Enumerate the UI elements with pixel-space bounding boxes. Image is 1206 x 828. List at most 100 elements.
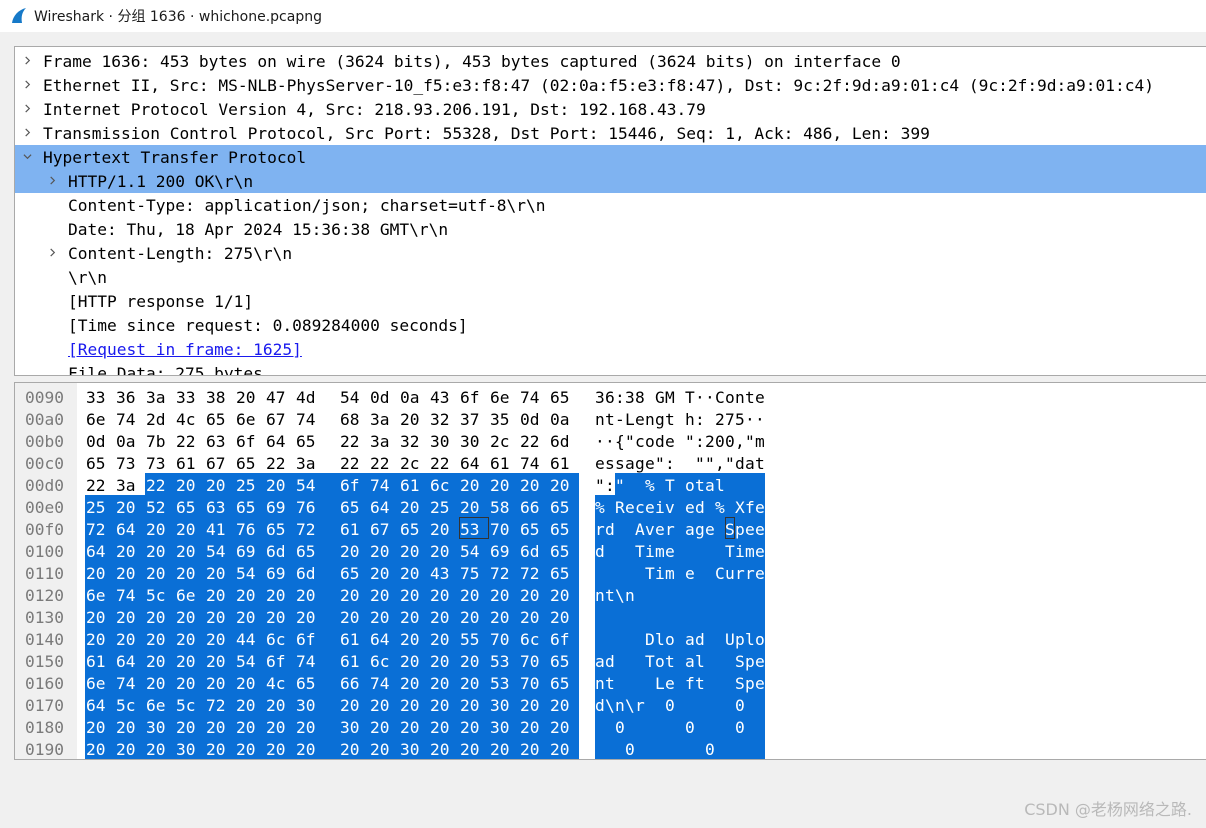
ascii-char[interactable]: d (605, 517, 615, 539)
ascii-char[interactable] (735, 737, 745, 759)
hex-byte[interactable]: 6f (235, 429, 265, 451)
ascii-char[interactable]: C (715, 561, 725, 583)
ascii-char[interactable] (635, 671, 645, 693)
ascii-char[interactable] (745, 583, 755, 605)
ascii-char[interactable]: t (605, 407, 615, 429)
ascii-char[interactable] (615, 605, 625, 627)
hex-byte[interactable]: 20 (175, 715, 205, 737)
ascii-char[interactable]: e (755, 495, 765, 517)
ascii-char[interactable]: · (595, 429, 605, 451)
ascii-char[interactable] (705, 539, 715, 561)
hex-byte[interactable]: 64 (115, 517, 145, 539)
byte-row[interactable]: 00c0 65 73 73 61 67 65 22 3a 22 22 2c 22 64 61 74 61 e s s a… (15, 451, 1206, 473)
ascii-char[interactable] (635, 605, 645, 627)
hex-byte[interactable]: 0a (115, 429, 145, 451)
ascii-char[interactable] (595, 605, 605, 627)
hex-byte[interactable]: 2d (145, 407, 175, 429)
ascii-char[interactable]: T (665, 473, 685, 495)
ascii-char[interactable]: o (685, 473, 695, 495)
ascii-char[interactable] (625, 671, 635, 693)
ascii-char[interactable]: d (735, 451, 745, 473)
hex-byte[interactable]: 20 (459, 649, 489, 671)
ascii-char[interactable] (665, 605, 685, 627)
hex-byte[interactable]: 65 (549, 385, 579, 407)
hex-byte[interactable]: 20 (369, 737, 399, 759)
hex-byte[interactable]: 20 (549, 715, 579, 737)
ascii-char[interactable]: e (655, 517, 665, 539)
hex-byte[interactable]: 20 (459, 671, 489, 693)
ascii-char[interactable]: G (655, 385, 665, 407)
ascii-char[interactable] (755, 605, 765, 627)
byte-row[interactable]: 0120 6e 74 5c 6e 20 20 20 20 20 20 20 20 20 20 20 20 n t \ n (15, 583, 1206, 605)
ascii-char[interactable]: T (635, 539, 645, 561)
ascii-char[interactable]: % (595, 495, 605, 517)
ascii-char[interactable]: D (645, 627, 655, 649)
ascii-char[interactable] (605, 495, 615, 517)
ascii-char[interactable]: A (635, 517, 645, 539)
ascii-char[interactable]: e (755, 671, 765, 693)
chevron-right-icon[interactable] (48, 248, 57, 257)
hex-byte[interactable]: 67 (205, 451, 235, 473)
ascii-char[interactable] (745, 473, 755, 495)
hex-byte[interactable]: 20 (145, 671, 175, 693)
ascii-char[interactable] (655, 693, 665, 715)
ascii-char[interactable] (625, 539, 635, 561)
ascii-char[interactable]: c (635, 495, 645, 517)
ascii-char[interactable]: e (625, 495, 635, 517)
ascii-char[interactable]: , (735, 429, 745, 451)
hex-byte[interactable]: 3a (369, 407, 399, 429)
hex-byte[interactable]: 20 (369, 605, 399, 627)
hex-byte[interactable]: 30 (399, 737, 429, 759)
ascii-char[interactable] (605, 737, 615, 759)
ascii-char[interactable] (655, 583, 665, 605)
hex-byte[interactable]: 20 (115, 627, 145, 649)
hex-byte[interactable]: 20 (145, 737, 175, 759)
ascii-char[interactable]: 2 (705, 429, 715, 451)
hex-byte[interactable]: 65 (549, 517, 579, 539)
hex-byte[interactable]: 55 (459, 627, 489, 649)
ascii-char[interactable] (635, 561, 645, 583)
ascii-char[interactable]: t (665, 649, 685, 671)
ascii-char[interactable]: e (685, 495, 695, 517)
ascii-char[interactable]: e (645, 451, 655, 473)
ascii-char[interactable]: " (615, 473, 625, 495)
ascii-char[interactable]: 7 (725, 407, 735, 429)
hex-byte[interactable]: 33 (85, 385, 115, 407)
ascii-char[interactable] (655, 737, 665, 759)
ascii-char[interactable] (625, 605, 635, 627)
byte-row[interactable]: 0130 20 20 20 20 20 20 20 20 20 20 20 20 20 20 20 20 (15, 605, 1206, 627)
ascii-char[interactable]: \ (625, 693, 635, 715)
ascii-char[interactable]: · (755, 407, 765, 429)
hex-byte[interactable]: 65 (549, 671, 579, 693)
packet-bytes-pane[interactable]: 0090 33 36 3a 33 38 20 47 4d 54 0d 0a 43 6f 6e 74 65 3 6:3… (14, 382, 1206, 760)
hex-byte[interactable]: 22 (85, 473, 115, 495)
ascii-char[interactable] (615, 539, 625, 561)
hex-byte[interactable]: 30 (175, 737, 205, 759)
hex-byte[interactable]: 20 (429, 649, 459, 671)
ascii-char[interactable]: m (745, 539, 755, 561)
hex-byte[interactable]: 20 (429, 627, 459, 649)
ascii-char[interactable]: e (755, 561, 765, 583)
hex-byte[interactable]: 20 (235, 605, 265, 627)
hex-byte[interactable]: 61 (175, 451, 205, 473)
hex-byte[interactable]: 72 (295, 517, 339, 539)
hex-byte[interactable]: 32 (429, 407, 459, 429)
ascii-char[interactable]: s (615, 451, 625, 473)
ascii-char[interactable] (645, 693, 655, 715)
ascii-char[interactable] (755, 473, 765, 495)
hex-byte[interactable]: 75 (459, 561, 489, 583)
ascii-char[interactable]: a (595, 649, 605, 671)
hex-byte[interactable]: 20 (399, 649, 429, 671)
hex-byte[interactable]: 70 (519, 671, 549, 693)
hex-byte[interactable]: 20 (265, 693, 295, 715)
ascii-char[interactable]: r (745, 561, 755, 583)
hex-byte[interactable]: 30 (339, 715, 369, 737)
hex-byte[interactable]: 72 (85, 517, 115, 539)
ascii-char[interactable]: o (665, 627, 685, 649)
hex-byte[interactable]: 20 (549, 605, 579, 627)
ascii-char[interactable]: e (645, 495, 655, 517)
hex-byte[interactable]: 20 (429, 715, 459, 737)
hex-byte[interactable]: 20 (459, 605, 489, 627)
hex-byte[interactable]: 20 (205, 583, 235, 605)
hex-byte[interactable]: 6e (235, 407, 265, 429)
